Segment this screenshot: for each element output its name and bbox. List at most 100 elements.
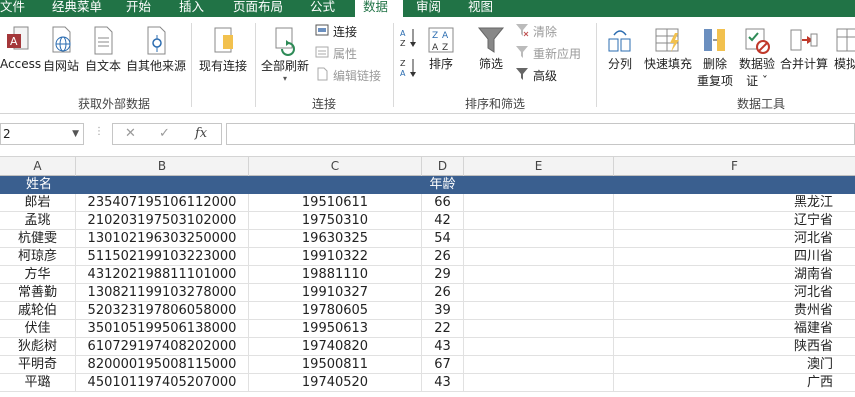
cell-birth-date[interactable]: 19780605	[249, 302, 422, 320]
cell-age[interactable]: 29	[422, 266, 464, 284]
data-validation-button[interactable]: 数据验 证 ˇ	[736, 25, 778, 89]
from-web-button[interactable]: 自网站	[40, 25, 82, 74]
cell-empty[interactable]	[464, 194, 614, 212]
enter-icon[interactable]: ✓	[159, 126, 170, 141]
cell-id-number[interactable]: 431202198811101000	[76, 266, 249, 284]
cell-id-number[interactable]: 210203197503102000	[76, 212, 249, 230]
sort-button[interactable]: Z A A Z 排序	[424, 25, 458, 72]
sort-az-button[interactable]: A Z	[398, 27, 420, 49]
cell-empty[interactable]	[464, 284, 614, 302]
cell-birth-date[interactable]: 19910327	[249, 284, 422, 302]
cell-birth-date[interactable]: 19950613	[249, 320, 422, 338]
cell-empty[interactable]	[464, 212, 614, 230]
cell-province[interactable]: 河北省	[614, 230, 855, 248]
cell-province[interactable]: 辽宁省	[614, 212, 855, 230]
cell-birth-date[interactable]: 19510611	[249, 194, 422, 212]
cell-birth-date[interactable]: 19500811	[249, 356, 422, 374]
cell-province[interactable]: 澳门	[614, 356, 855, 374]
cell-name[interactable]: 方华	[0, 266, 76, 284]
cell-province[interactable]: 贵州省	[614, 302, 855, 320]
cell-id-number[interactable]: 130102196303250000	[76, 230, 249, 248]
consolidate-button[interactable]: 合并计算	[779, 25, 829, 72]
column-header-c[interactable]: C	[249, 157, 422, 176]
column-header-d[interactable]: D	[422, 157, 464, 176]
header-cell-c[interactable]	[249, 176, 422, 194]
cell-empty[interactable]	[464, 338, 614, 356]
column-header-b[interactable]: B	[76, 157, 249, 176]
header-cell-name[interactable]: 姓名	[0, 176, 76, 194]
access-button[interactable]: A Access	[0, 25, 41, 71]
from-text-button[interactable]: 自文本	[83, 25, 123, 74]
cell-name[interactable]: 戚轮伯	[0, 302, 76, 320]
edit-links-button[interactable]: 编辑链接	[315, 66, 381, 86]
cell-name[interactable]: 常善勤	[0, 284, 76, 302]
tab-page-layout[interactable]: 页面布局	[225, 0, 297, 17]
sort-za-button[interactable]: Z A	[398, 57, 420, 79]
tab-data[interactable]: 数据	[355, 0, 403, 17]
cell-id-number[interactable]: 450101197405207000	[76, 374, 249, 392]
cell-name[interactable]: 杭健雯	[0, 230, 76, 248]
cell-age[interactable]: 43	[422, 374, 464, 392]
cell-id-number[interactable]: 350105199506138000	[76, 320, 249, 338]
connections-button[interactable]: 连接	[315, 22, 357, 42]
cell-name[interactable]: 孟珧	[0, 212, 76, 230]
tab-review[interactable]: 审阅	[410, 0, 456, 17]
cell-birth-date[interactable]: 19881110	[249, 266, 422, 284]
cell-age[interactable]: 66	[422, 194, 464, 212]
column-header-e[interactable]: E	[464, 157, 614, 176]
cell-birth-date[interactable]: 19630325	[249, 230, 422, 248]
name-box[interactable]: 2 ▼	[0, 123, 84, 145]
cell-province[interactable]: 湖南省	[614, 266, 855, 284]
cell-empty[interactable]	[464, 320, 614, 338]
cell-name[interactable]: 狄彪树	[0, 338, 76, 356]
cell-province[interactable]: 黑龙江	[614, 194, 855, 212]
cell-age[interactable]: 22	[422, 320, 464, 338]
cell-id-number[interactable]: 610729197408202000	[76, 338, 249, 356]
tab-file[interactable]: 文件	[0, 0, 28, 17]
cell-age[interactable]: 54	[422, 230, 464, 248]
cell-name[interactable]: 平明奇	[0, 356, 76, 374]
tab-view[interactable]: 视图	[462, 0, 508, 17]
cell-province[interactable]: 福建省	[614, 320, 855, 338]
cell-id-number[interactable]: 511502199103223000	[76, 248, 249, 266]
cell-birth-date[interactable]: 19750310	[249, 212, 422, 230]
cell-empty[interactable]	[464, 248, 614, 266]
cell-empty[interactable]	[464, 266, 614, 284]
text-to-columns-button[interactable]: 分列	[602, 25, 638, 72]
header-cell-b[interactable]	[76, 176, 249, 194]
cell-id-number[interactable]: 520323197806058000	[76, 302, 249, 320]
cell-empty[interactable]	[464, 230, 614, 248]
cell-id-number[interactable]: 820000195008115000	[76, 356, 249, 374]
cell-birth-date[interactable]: 19740820	[249, 338, 422, 356]
chevron-down-icon[interactable]: ▼	[72, 124, 79, 144]
cell-empty[interactable]	[464, 356, 614, 374]
cell-birth-date[interactable]: 19740520	[249, 374, 422, 392]
cell-province[interactable]: 广西	[614, 374, 855, 392]
cell-age[interactable]: 26	[422, 248, 464, 266]
formula-bar-grip-icon[interactable]: ⋮	[94, 126, 104, 137]
reapply-button[interactable]: 重新应用	[515, 44, 581, 64]
cell-age[interactable]: 26	[422, 284, 464, 302]
cell-province[interactable]: 河北省	[614, 284, 855, 302]
cancel-icon[interactable]: ✕	[125, 126, 136, 141]
properties-button[interactable]: 属性	[315, 44, 357, 64]
column-header-a[interactable]: A	[0, 157, 76, 176]
header-cell-f[interactable]	[614, 176, 855, 194]
header-cell-e[interactable]	[464, 176, 614, 194]
cell-name[interactable]: 伏佳	[0, 320, 76, 338]
tab-classic-menu[interactable]: 经典菜单	[40, 0, 110, 17]
cell-empty[interactable]	[464, 374, 614, 392]
flash-fill-button[interactable]: 快速填充	[640, 25, 696, 72]
cell-age[interactable]: 39	[422, 302, 464, 320]
what-if-analysis-button[interactable]: 模拟	[831, 25, 855, 72]
cell-birth-date[interactable]: 19910322	[249, 248, 422, 266]
clear-button[interactable]: 清除	[515, 22, 557, 42]
cell-name[interactable]: 平璐	[0, 374, 76, 392]
cell-empty[interactable]	[464, 302, 614, 320]
cell-age[interactable]: 42	[422, 212, 464, 230]
remove-duplicates-button[interactable]: 删除 重复项	[696, 25, 734, 89]
cell-age[interactable]: 43	[422, 338, 464, 356]
cell-id-number[interactable]: 130821199103278000	[76, 284, 249, 302]
cell-province[interactable]: 四川省	[614, 248, 855, 266]
cell-name[interactable]: 郎岩	[0, 194, 76, 212]
